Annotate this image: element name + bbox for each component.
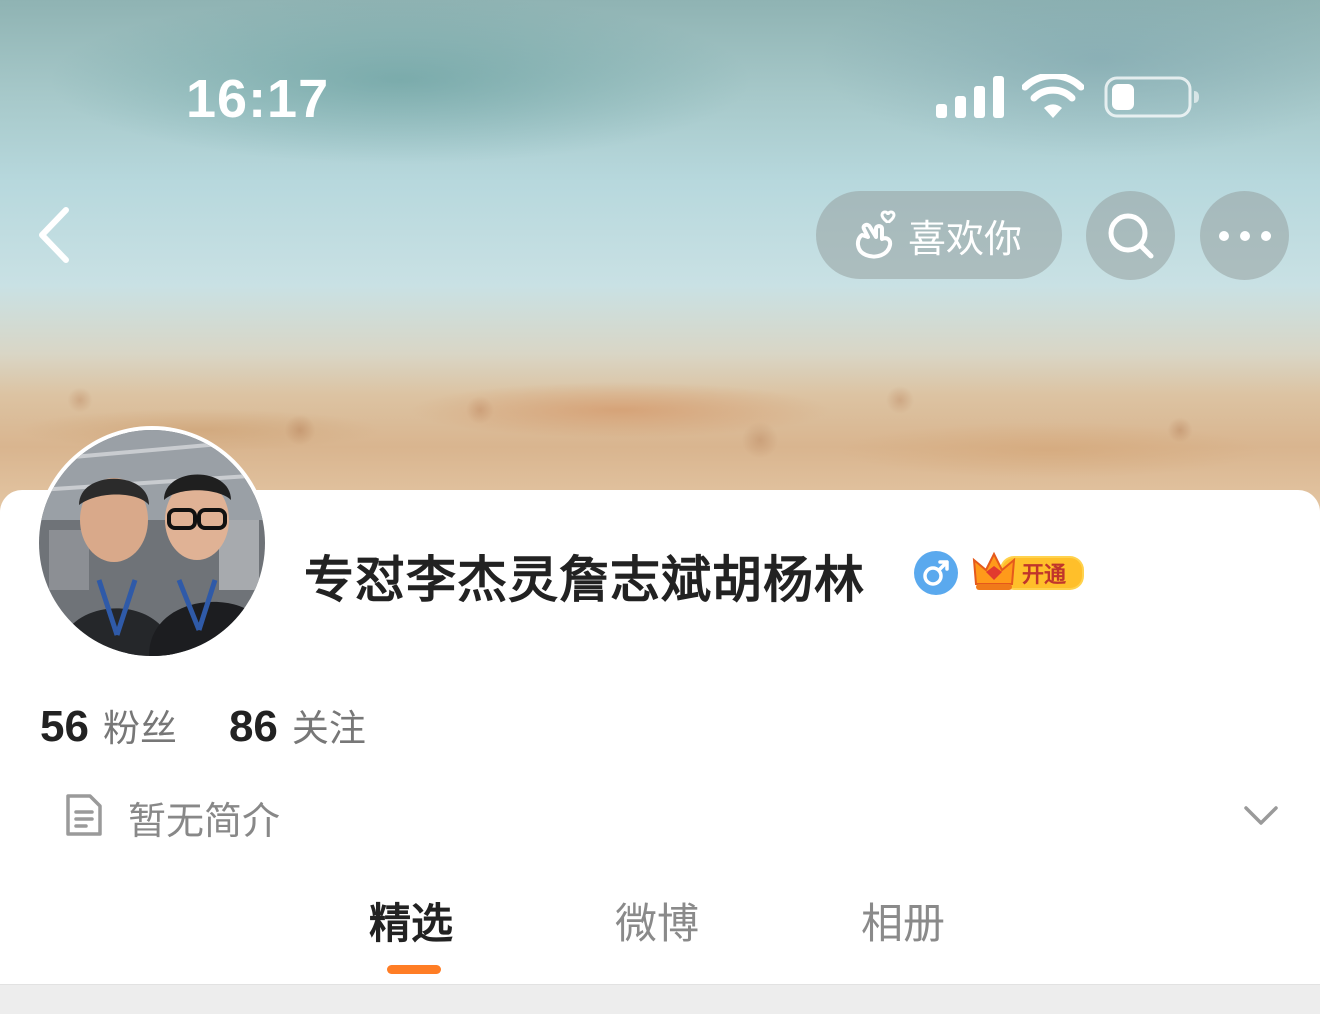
search-icon — [1108, 213, 1153, 258]
following-label[interactable]: 关注 — [292, 698, 366, 752]
avatar-photo — [39, 430, 265, 656]
active-tab-indicator — [387, 965, 441, 974]
avatar[interactable] — [35, 426, 269, 660]
content-area-top — [0, 984, 1320, 1014]
following-count[interactable]: 86 — [229, 702, 278, 752]
profile-tabs: 精选 微博 相册 — [0, 880, 1320, 980]
search-button[interactable] — [1086, 191, 1175, 280]
status-time: 16:17 — [186, 69, 330, 129]
vip-open-button[interactable]: 开通 — [972, 548, 1086, 596]
back-button[interactable] — [28, 200, 84, 270]
bio-row[interactable]: 暂无简介 — [0, 780, 1320, 850]
profile-username: 专怼李杰灵詹志斌胡杨林 — [304, 551, 865, 609]
followers-label[interactable]: 粉丝 — [103, 698, 177, 752]
wifi-icon — [1022, 74, 1084, 118]
tab-weibo[interactable]: 微博 — [615, 890, 699, 951]
like-you-button[interactable]: 喜欢你 — [816, 191, 1062, 279]
like-you-label: 喜欢你 — [908, 216, 1023, 261]
tab-featured[interactable]: 精选 — [369, 890, 453, 951]
more-button[interactable] — [1200, 191, 1289, 280]
followers-count[interactable]: 56 — [40, 702, 89, 752]
male-gender-icon — [914, 551, 958, 595]
finger-heart-icon — [855, 210, 896, 259]
vip-open-label: 开通 — [1022, 563, 1067, 588]
document-icon — [66, 794, 102, 836]
more-dots-icon — [1218, 230, 1271, 241]
follow-stats: 56 粉丝 86 关注 — [40, 698, 366, 752]
bio-text: 暂无简介 — [128, 799, 281, 843]
tab-album[interactable]: 相册 — [861, 890, 945, 951]
cellular-signal-icon — [936, 76, 1004, 118]
battery-icon — [1104, 76, 1199, 118]
profile-screen: 16:17 喜欢你 专怼李杰灵詹志斌胡杨林 开通 56 粉丝 86 关注 暂无简… — [0, 0, 1320, 1014]
chevron-down-icon[interactable] — [1240, 794, 1282, 836]
